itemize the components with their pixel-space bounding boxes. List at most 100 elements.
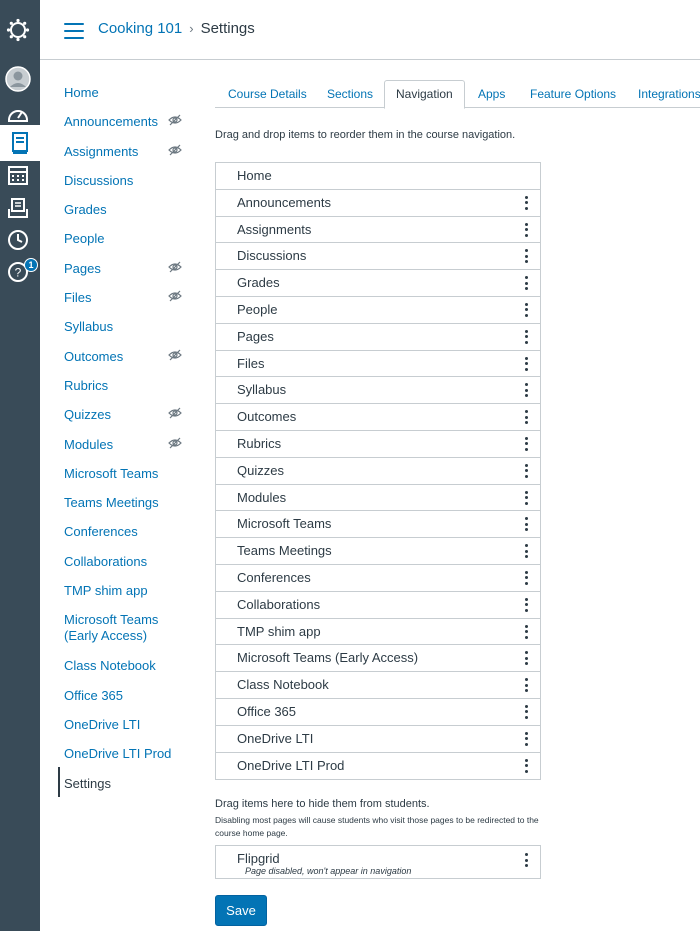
calendar-icon[interactable] bbox=[5, 162, 31, 188]
nav-list-item[interactable]: Grades bbox=[216, 270, 540, 297]
item-options-icon[interactable] bbox=[520, 222, 532, 238]
course-nav-item[interactable]: TMP shim app bbox=[64, 578, 194, 607]
item-options-icon[interactable] bbox=[520, 382, 532, 398]
courses-icon[interactable] bbox=[0, 125, 40, 161]
nav-list-item[interactable]: Conferences bbox=[216, 565, 540, 592]
course-nav-item[interactable]: Class Notebook bbox=[64, 653, 194, 682]
tab-apps[interactable]: Apps bbox=[478, 80, 505, 108]
nav-list-item[interactable]: People bbox=[216, 297, 540, 324]
nav-list-item[interactable]: Assignments bbox=[216, 217, 540, 244]
item-options-icon[interactable] bbox=[520, 704, 532, 720]
item-options-icon[interactable] bbox=[520, 650, 532, 666]
hidden-eye-icon bbox=[168, 407, 182, 422]
nav-item-label: Modules bbox=[237, 489, 287, 505]
course-nav-item[interactable]: People bbox=[64, 226, 194, 255]
dashboard-icon[interactable] bbox=[5, 101, 31, 127]
nav-list-item[interactable]: OneDrive LTI Prod bbox=[216, 753, 540, 780]
nav-list-item[interactable]: Announcements bbox=[216, 190, 540, 217]
inbox-icon[interactable] bbox=[5, 195, 31, 221]
course-nav-item[interactable]: Grades bbox=[64, 197, 194, 226]
tab-navigation[interactable]: Navigation bbox=[384, 80, 465, 109]
course-nav-item[interactable]: Conferences bbox=[64, 519, 194, 548]
disabled-nav-list[interactable]: Flipgrid Page disabled, won't appear in … bbox=[215, 845, 541, 879]
item-options-icon[interactable] bbox=[520, 570, 532, 586]
hidden-eye-icon bbox=[168, 144, 182, 159]
nav-list-item[interactable]: Discussions bbox=[216, 243, 540, 271]
item-options-icon[interactable] bbox=[520, 302, 532, 318]
nav-list-item[interactable]: Pages bbox=[216, 324, 540, 351]
item-options-icon[interactable] bbox=[520, 356, 532, 372]
hamburger-menu-icon[interactable] bbox=[64, 23, 84, 39]
nav-item-label: TMP shim app bbox=[237, 623, 321, 639]
nav-list-item[interactable]: Microsoft Teams bbox=[216, 511, 540, 539]
course-nav-item[interactable]: OneDrive LTI Prod bbox=[64, 741, 194, 770]
item-options-icon[interactable] bbox=[520, 275, 532, 291]
hide-items-label: Drag items here to hide them from studen… bbox=[215, 798, 430, 810]
nav-list-item[interactable]: Quizzes bbox=[216, 458, 540, 485]
nav-list-item[interactable]: Modules bbox=[216, 485, 540, 512]
history-icon[interactable] bbox=[5, 227, 31, 253]
tab-course-details[interactable]: Course Details bbox=[228, 80, 307, 108]
nav-list-item[interactable]: OneDrive LTI bbox=[216, 726, 540, 753]
nav-list-item[interactable]: TMP shim app bbox=[216, 619, 540, 646]
nav-list-item[interactable]: Microsoft Teams (Early Access) bbox=[216, 645, 540, 673]
nav-item-label: Class Notebook bbox=[237, 677, 329, 693]
course-nav-item[interactable]: Quizzes bbox=[64, 402, 194, 431]
course-nav-item[interactable]: Outcomes bbox=[64, 344, 194, 373]
course-nav-item[interactable]: Files bbox=[64, 285, 194, 314]
item-options-icon[interactable] bbox=[520, 543, 532, 559]
course-nav-item[interactable]: Pages bbox=[64, 256, 194, 285]
breadcrumb-course-link[interactable]: Cooking 101 bbox=[98, 20, 182, 37]
item-options-icon[interactable] bbox=[520, 677, 532, 693]
tab-sections[interactable]: Sections bbox=[327, 80, 373, 108]
navigation-instructions: Drag and drop items to reorder them in t… bbox=[215, 129, 516, 141]
course-nav-item[interactable]: Modules bbox=[64, 432, 194, 461]
course-nav-item[interactable]: Discussions bbox=[64, 168, 194, 197]
nav-list-item[interactable]: Outcomes bbox=[216, 404, 540, 431]
item-options-icon[interactable] bbox=[520, 409, 532, 425]
nav-list-item[interactable]: Class Notebook bbox=[216, 672, 540, 699]
item-options-icon[interactable] bbox=[520, 597, 532, 613]
course-nav-label: Microsoft Teams (Early Access) bbox=[64, 612, 159, 644]
tab-integrations[interactable]: Integrations bbox=[638, 80, 700, 108]
course-nav-item[interactable]: Assignments bbox=[64, 139, 194, 168]
nav-item-label: Assignments bbox=[237, 221, 312, 237]
nav-list-item[interactable]: Files bbox=[216, 351, 540, 378]
item-options-icon[interactable] bbox=[520, 852, 532, 868]
item-options-icon[interactable] bbox=[520, 490, 532, 506]
item-options-icon[interactable] bbox=[520, 731, 532, 747]
course-nav-item[interactable]: Microsoft Teams (Early Access) bbox=[64, 607, 194, 653]
course-nav-item[interactable]: Announcements bbox=[64, 109, 194, 138]
item-options-icon[interactable] bbox=[520, 758, 532, 774]
nav-list-item[interactable]: Rubrics bbox=[216, 431, 540, 458]
course-nav-item[interactable]: Collaborations bbox=[64, 549, 194, 578]
item-options-icon[interactable] bbox=[520, 248, 532, 264]
nav-list-item[interactable]: Syllabus bbox=[216, 377, 540, 405]
course-nav-item[interactable]: Microsoft Teams bbox=[64, 461, 194, 490]
course-nav-item[interactable]: Office 365 bbox=[64, 683, 194, 712]
course-nav-item[interactable]: Syllabus bbox=[64, 314, 194, 343]
course-nav-item[interactable]: Settings bbox=[64, 771, 194, 800]
nav-item-label: Outcomes bbox=[237, 409, 297, 425]
course-nav-item[interactable]: Rubrics bbox=[64, 373, 194, 402]
nav-list-item[interactable]: Office 365 bbox=[216, 699, 540, 726]
nav-list-item[interactable]: Collaborations bbox=[216, 592, 540, 619]
course-nav-label: Microsoft Teams bbox=[64, 465, 159, 481]
item-options-icon[interactable] bbox=[520, 436, 532, 452]
item-options-icon[interactable] bbox=[520, 463, 532, 479]
tab-feature-options[interactable]: Feature Options bbox=[530, 80, 616, 108]
nav-list-item[interactable]: Teams Meetings bbox=[216, 538, 540, 565]
course-nav-item[interactable]: Home bbox=[64, 80, 194, 109]
account-icon[interactable] bbox=[5, 66, 31, 92]
course-nav-item[interactable]: Teams Meetings bbox=[64, 490, 194, 519]
enabled-nav-list[interactable]: Home Announcements Assignments Discussions G… bbox=[215, 162, 541, 781]
canvas-logo-icon[interactable] bbox=[5, 17, 31, 43]
item-options-icon[interactable] bbox=[520, 516, 532, 532]
save-button[interactable]: Save bbox=[215, 895, 267, 926]
course-nav-item[interactable]: OneDrive LTI bbox=[64, 712, 194, 741]
nav-list-item[interactable]: Home bbox=[216, 163, 540, 190]
item-options-icon[interactable] bbox=[520, 329, 532, 345]
item-options-icon[interactable] bbox=[520, 195, 532, 211]
item-options-icon[interactable] bbox=[520, 624, 532, 640]
course-nav-label: Collaborations bbox=[64, 553, 148, 569]
